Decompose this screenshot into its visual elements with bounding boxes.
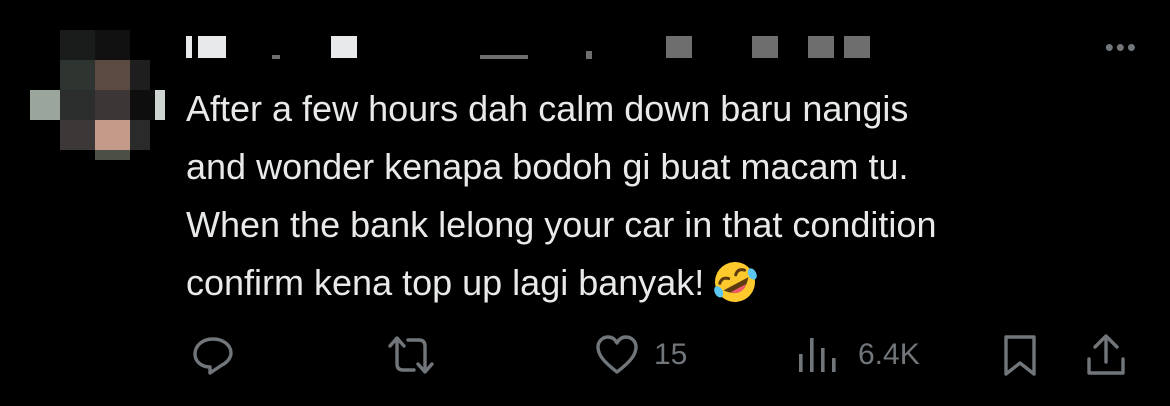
tweet[interactable]: ••• After a few hours dah calm down baru…: [0, 0, 1170, 406]
reply-icon: [193, 337, 233, 375]
like-count: 15: [654, 338, 688, 371]
retweet-icon: [388, 336, 434, 374]
tweet-text-line: confirm kena top up lagi banyak!: [186, 254, 1146, 312]
retweet-button[interactable]: [384, 330, 438, 380]
bookmark-icon: [1004, 335, 1036, 376]
action-bar: 15 6.4K: [0, 330, 1170, 380]
tweet-text-line: After a few hours dah calm down baru nan…: [186, 88, 909, 129]
tweet-text: After a few hours dah calm down baru nan…: [186, 80, 1146, 312]
views-icon: [799, 338, 836, 372]
bookmark-button[interactable]: [1000, 330, 1040, 380]
rolling-on-the-floor-laughing-emoji: [714, 262, 758, 302]
views-count: 6.4K: [858, 338, 920, 371]
like-button[interactable]: 15: [594, 330, 687, 380]
tweet-text-line: and wonder kenapa bodoh gi buat macam tu…: [186, 146, 909, 187]
avatar[interactable]: [30, 30, 165, 160]
reply-button[interactable]: [190, 330, 236, 380]
share-button[interactable]: [1084, 330, 1128, 380]
redacted-author-name[interactable]: [186, 33, 886, 59]
share-icon: [1087, 334, 1125, 375]
more-options-button[interactable]: •••: [1105, 34, 1138, 60]
tweet-text-line: When the bank lelong your car in that co…: [186, 204, 937, 245]
views-button[interactable]: 6.4K: [796, 330, 920, 380]
heart-icon: [596, 335, 638, 374]
